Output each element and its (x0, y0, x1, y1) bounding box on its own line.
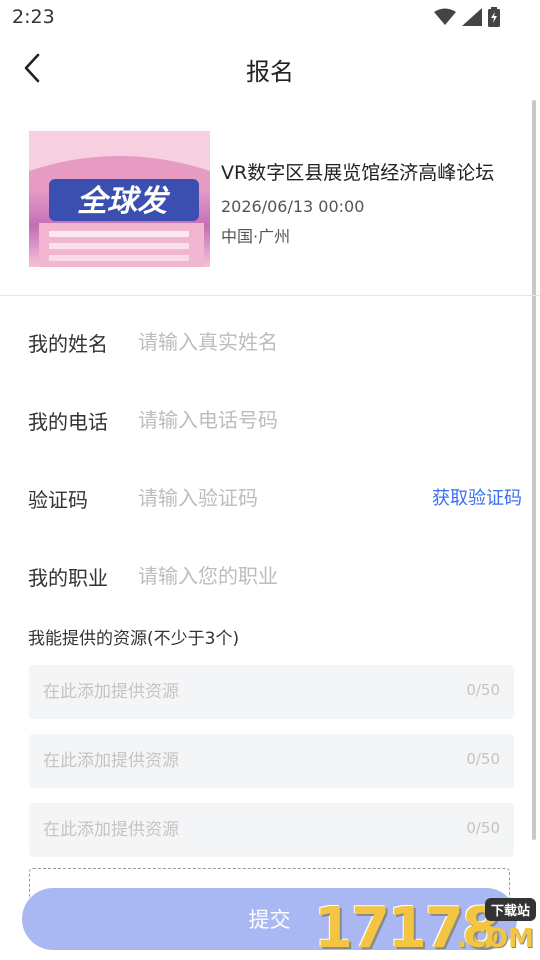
code-label: 验证码 (28, 488, 88, 512)
event-image-illustration: 全球发 (29, 131, 210, 267)
resource-field-2: 0/50 (29, 734, 514, 788)
signal-icon (462, 8, 482, 26)
event-card: 全球发 VR数字区县展览馆经济高峰论坛 2026/06/13 00:00 中国·… (0, 112, 540, 296)
resource-field-1: 0/50 (29, 665, 514, 719)
resource-input-1[interactable] (43, 677, 433, 707)
event-title: VR数字区县展览馆经济高峰论坛 (221, 162, 495, 184)
get-code-button[interactable]: 获取验证码 (432, 484, 522, 510)
resource-input-2[interactable] (43, 746, 433, 776)
event-image: 全球发 (29, 131, 210, 267)
event-image-text: 全球发 (77, 184, 171, 219)
resource-field-3: 0/50 (29, 803, 514, 857)
event-location: 中国·广州 (221, 227, 291, 246)
code-row: 验证码 获取验证码 (0, 468, 540, 528)
resource-input-3[interactable] (43, 815, 433, 845)
resource-count-1: 0/50 (466, 681, 500, 699)
watermark-suffix: .COM (457, 924, 534, 954)
watermark-tag: 下载站 (484, 898, 536, 921)
status-time: 2:23 (12, 6, 55, 28)
phone-label: 我的电话 (28, 410, 108, 434)
job-input[interactable] (138, 558, 418, 594)
wifi-icon (434, 8, 456, 25)
name-row: 我的姓名 (0, 312, 540, 372)
event-date: 2026/06/13 00:00 (221, 197, 365, 216)
phone-input[interactable] (138, 402, 418, 438)
watermark-logo: 17178 下载站 .COM (314, 892, 540, 960)
status-bar: 2:23 (0, 0, 540, 36)
name-input[interactable] (138, 324, 418, 360)
battery-icon (488, 7, 500, 27)
job-label: 我的职业 (28, 566, 108, 590)
status-icons (434, 7, 500, 27)
resource-count-3: 0/50 (466, 819, 500, 837)
name-label: 我的姓名 (28, 332, 108, 356)
nav-bar: 报名 (0, 36, 540, 100)
code-input[interactable] (138, 480, 388, 516)
page-title: 报名 (246, 58, 294, 86)
resources-heading: 我能提供的资源(不少于3个) (28, 629, 240, 649)
job-row: 我的职业 (0, 546, 540, 606)
phone-row: 我的电话 (0, 390, 540, 450)
resource-count-2: 0/50 (466, 750, 500, 768)
